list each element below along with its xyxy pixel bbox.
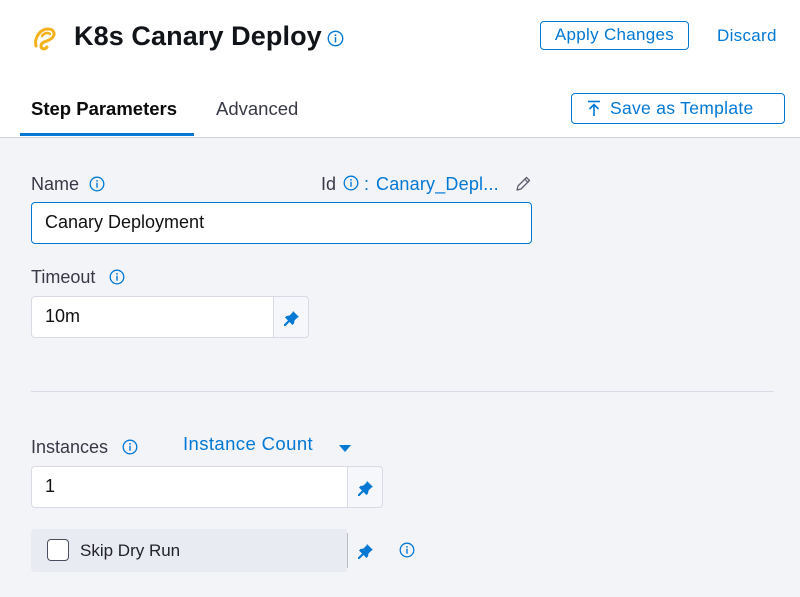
id-value: Canary_Depl... [376, 174, 499, 194]
info-icon[interactable] [343, 175, 359, 191]
info-icon[interactable] [399, 542, 415, 558]
active-tab-indicator [20, 133, 194, 136]
section-divider [31, 391, 774, 392]
instance-type-dropdown[interactable]: Instance Count [183, 433, 313, 455]
step-title: K8s Canary Deploy [74, 21, 322, 51]
upload-icon [586, 100, 602, 117]
instances-label: Instances [31, 437, 109, 457]
id-separator: : [364, 174, 370, 194]
pin-icon [358, 544, 373, 559]
tab-step-parameters[interactable]: Step Parameters [31, 98, 177, 120]
pin-icon [358, 481, 373, 496]
harness-logo-icon [30, 24, 60, 54]
info-icon[interactable] [327, 30, 344, 47]
timeout-input[interactable]: 10m [31, 296, 274, 338]
save-as-template-label: Save as Template [610, 98, 754, 118]
instances-input[interactable]: 1 [31, 466, 348, 508]
id-label: Id [321, 174, 337, 194]
pin-icon [284, 311, 299, 326]
caret-down-icon[interactable] [339, 440, 351, 452]
info-icon[interactable] [109, 269, 125, 285]
apply-changes-button[interactable]: Apply Changes [540, 21, 689, 50]
name-label: Name [31, 174, 80, 194]
info-icon[interactable] [89, 176, 105, 192]
name-input[interactable]: Canary Deployment [31, 202, 532, 244]
timeout-runtime-input-button[interactable] [273, 296, 309, 338]
skip-dry-run-row [31, 529, 347, 572]
instances-runtime-input-button[interactable] [347, 466, 383, 508]
info-icon[interactable] [122, 439, 138, 455]
skip-dry-run-label[interactable]: Skip Dry Run [80, 541, 180, 561]
discard-button[interactable]: Discard [717, 26, 777, 46]
save-as-template-button[interactable]: Save as Template [571, 93, 785, 124]
skip-dry-run-checkbox[interactable] [47, 539, 69, 561]
skip-dry-run-runtime-input-button[interactable] [347, 529, 383, 572]
timeout-label: Timeout [31, 267, 96, 287]
tab-advanced[interactable]: Advanced [216, 98, 298, 120]
pencil-icon[interactable] [514, 175, 532, 193]
